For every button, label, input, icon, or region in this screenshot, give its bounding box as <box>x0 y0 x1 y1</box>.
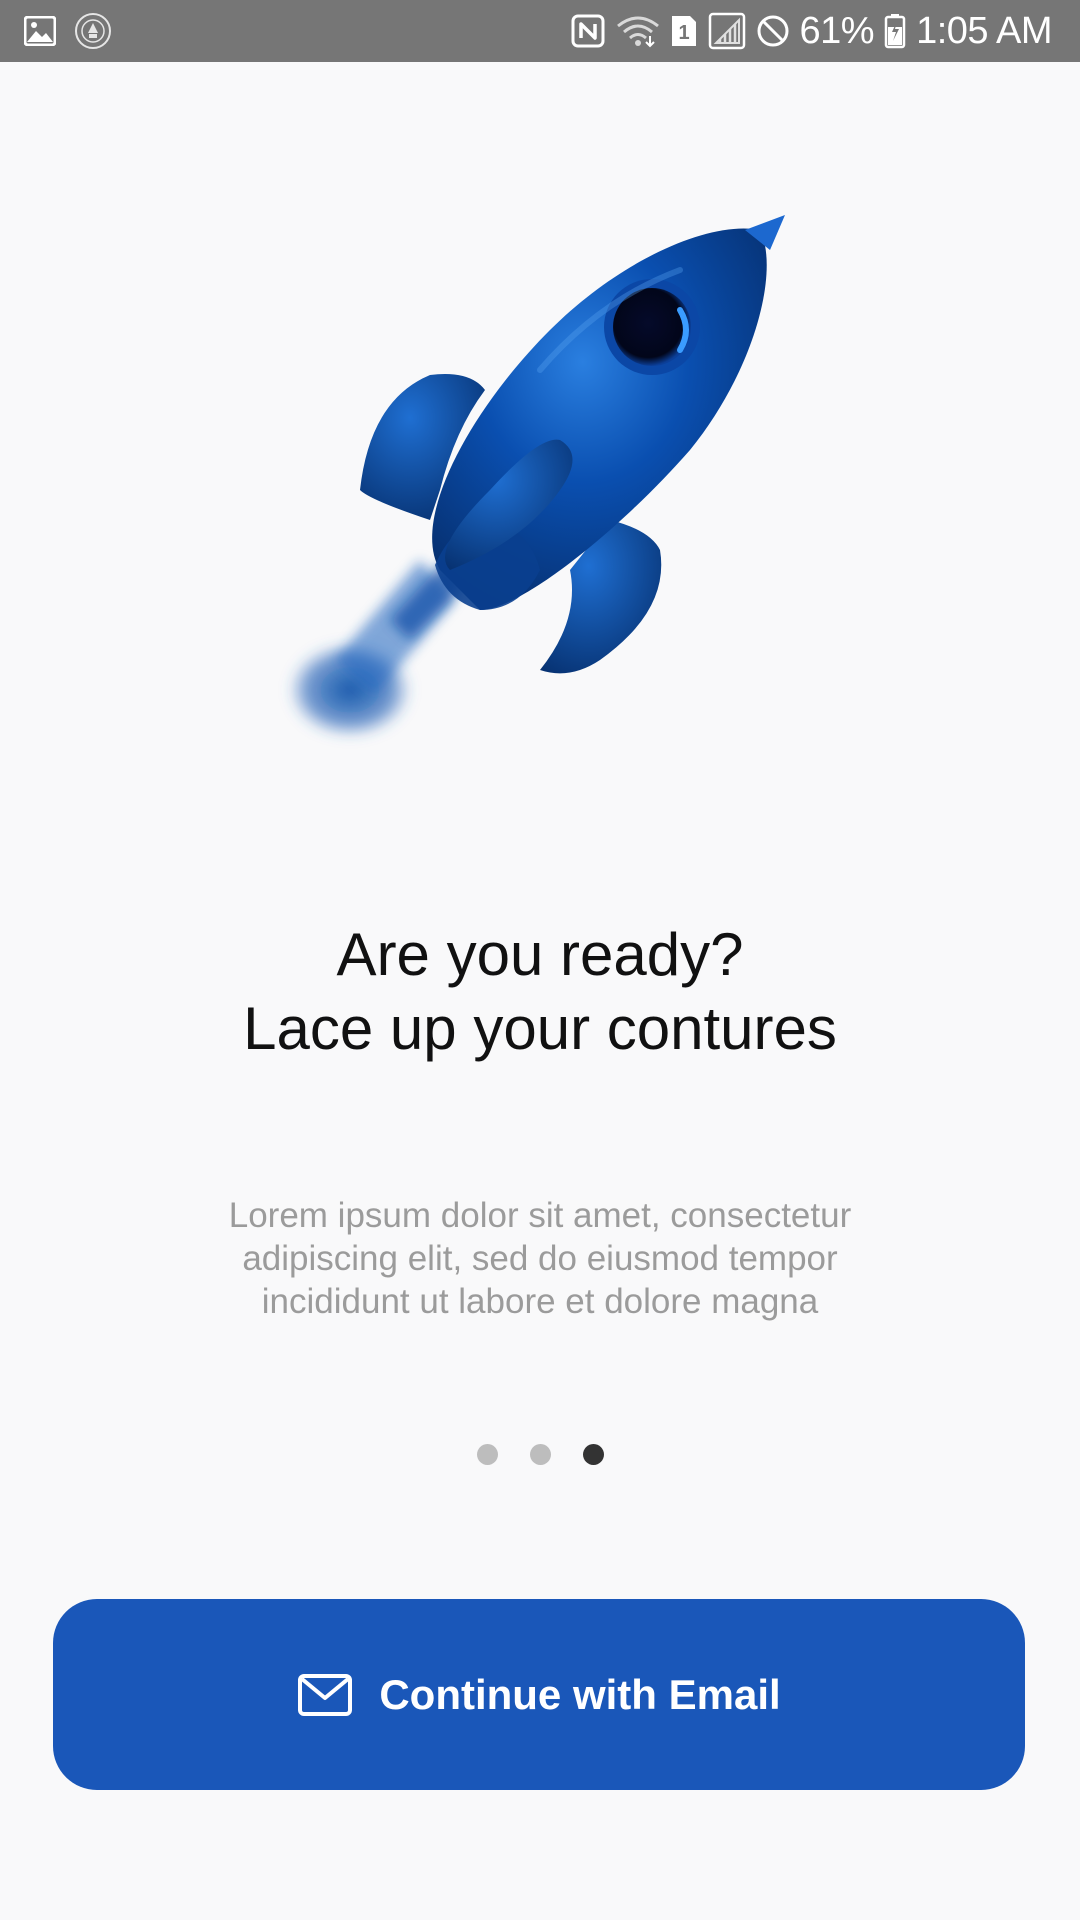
status-bar-left <box>24 0 112 62</box>
sim-icon: 1 <box>670 14 698 48</box>
gallery-icon <box>24 16 56 46</box>
title-line-1: Are you ready? <box>336 921 744 988</box>
clock: 1:05 AM <box>916 10 1052 52</box>
status-bar-right: 1 61% 1:05 AM <box>570 0 1052 62</box>
app-badge-icon <box>74 12 112 50</box>
nfc-icon <box>570 13 606 49</box>
battery-percent: 61% <box>799 10 875 52</box>
mail-icon <box>297 1673 353 1717</box>
status-bar: 1 61% 1:05 AM <box>0 0 1080 62</box>
do-not-disturb-icon <box>756 14 790 48</box>
onboarding-description: Lorem ipsum dolor sit amet, consectetur … <box>228 1196 852 1321</box>
hero-illustration <box>240 190 840 770</box>
onboarding-title: Are you ready? Lace up your contures <box>0 918 1080 1066</box>
battery-icon <box>884 13 906 49</box>
rocket-illustration <box>288 215 785 738</box>
title-line-2: Lace up your contures <box>243 995 837 1062</box>
page-indicator <box>0 1444 1080 1465</box>
page-dot-1[interactable] <box>476 1444 498 1465</box>
wifi-icon <box>616 14 660 48</box>
page-dot-3-active[interactable] <box>582 1444 604 1465</box>
rocket-window <box>604 279 700 375</box>
onboarding-screen: 1 61% 1:05 AM Are you ready? Lace up you… <box>0 0 1080 1920</box>
continue-with-email-button[interactable]: Continue with Email <box>53 1599 1025 1790</box>
sim-badge-number: 1 <box>678 22 689 44</box>
continue-with-email-label: Continue with Email <box>379 1670 781 1718</box>
page-dot-2[interactable] <box>529 1444 551 1465</box>
signal-icon <box>708 12 746 50</box>
